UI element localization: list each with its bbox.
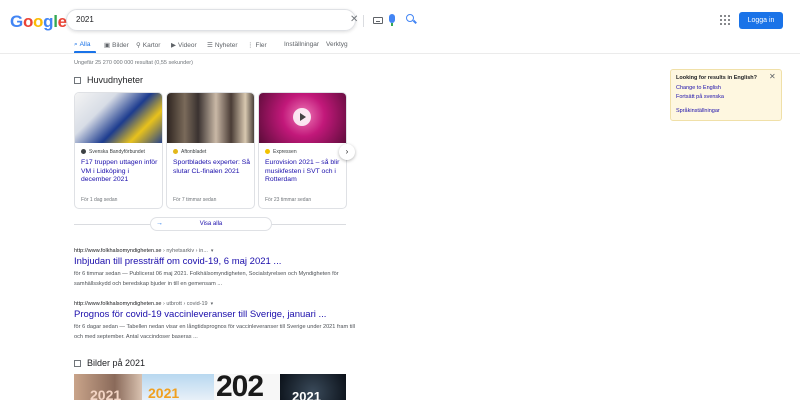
chevron-down-icon[interactable]: ▾ <box>211 301 214 307</box>
search-input[interactable]: 2021 <box>76 15 94 24</box>
tab-images[interactable]: ▣ Bilder <box>104 41 129 49</box>
news-card[interactable]: Expressen Eurovision 2021 – så blir musi… <box>258 92 347 209</box>
image-thumbnail[interactable]: 2021 <box>280 374 346 400</box>
logo-letter: G <box>10 12 23 31</box>
search-result: http://www.folkhalsomyndigheten.se › utb… <box>74 301 374 342</box>
result-url[interactable]: http://www.folkhalsomyndigheten.se › utb… <box>74 301 374 307</box>
close-icon[interactable]: ✕ <box>769 73 776 81</box>
tab-label: Videor <box>178 42 197 49</box>
apps-grid-icon[interactable] <box>720 15 730 25</box>
news-time: För 7 timmar sedan <box>173 197 217 203</box>
news-source-label: Svenska Bandyförbundet <box>89 149 145 155</box>
logo-letter: o <box>33 12 44 31</box>
result-domain: http://www.folkhalsomyndigheten.se <box>74 301 162 307</box>
news-source-label: Expressen <box>273 149 297 155</box>
login-button[interactable]: Logga in <box>739 12 783 29</box>
search-box[interactable]: 2021 ✕ <box>66 9 414 31</box>
image-thumbnail[interactable]: 202 <box>214 374 280 400</box>
view-all-label: Visa alla <box>199 221 223 227</box>
more-icon: ⋮ <box>247 42 254 49</box>
result-title[interactable]: Prognos för covid-19 vaccinleveranser ti… <box>74 309 374 320</box>
play-icon[interactable] <box>293 108 311 126</box>
map-pin-icon: ⚲ <box>136 42 141 49</box>
result-breadcrumb: › utbrott › covid-19 <box>162 301 208 307</box>
image-text: 202 <box>216 374 264 400</box>
chevron-right-icon[interactable]: › <box>339 144 355 160</box>
news-title[interactable]: Sportbladets experter: Så slutar CL-fina… <box>173 159 253 176</box>
tab-all[interactable]: ⌕ Alla <box>74 41 90 49</box>
logo-letter: g <box>43 12 54 31</box>
tab-label: Bilder <box>112 42 129 49</box>
search-icon[interactable] <box>406 14 414 22</box>
arrow-right-icon: → <box>156 220 163 227</box>
source-logo-icon <box>81 149 86 154</box>
images-title: Bilder på 2021 <box>87 358 146 368</box>
result-url[interactable]: http://www.folkhalsomyndigheten.se › nyh… <box>74 248 374 254</box>
active-tab-indicator <box>74 51 96 53</box>
top-news-heading: Huvudnyheter <box>74 75 143 85</box>
result-stats: Ungefär 25 270 000 000 resultat (0,55 se… <box>74 60 193 66</box>
tab-label: Nyheter <box>214 42 238 49</box>
tab-maps[interactable]: ⚲ Kartor <box>136 41 160 49</box>
tab-label: Fler <box>255 42 267 49</box>
language-settings-link[interactable]: Språkinställningar <box>676 108 720 114</box>
view-all-button[interactable]: → Visa alla <box>150 217 272 231</box>
tab-videos[interactable]: ▶ Videor <box>171 41 197 49</box>
news-image <box>75 93 162 143</box>
image-icon: ▣ <box>104 42 111 49</box>
tab-label: Kartor <box>142 42 161 49</box>
tab-settings[interactable]: Inställningar <box>284 41 319 48</box>
news-title[interactable]: F17 truppen uttagen inför VM i Lidköping… <box>81 159 161 185</box>
source-logo-icon <box>265 149 270 154</box>
image-text: 2021 <box>292 389 321 400</box>
search-divider <box>363 15 364 27</box>
news-card[interactable]: Aftonbladet Sportbladets experter: Så sl… <box>166 92 255 209</box>
news-time: För 23 timmar sedan <box>265 197 312 203</box>
news-source: Aftonbladet <box>173 149 206 155</box>
image-icon <box>74 360 81 367</box>
image-text: 2021 <box>148 385 180 400</box>
source-logo-icon <box>173 149 178 154</box>
tab-more[interactable]: ⋮ Fler <box>247 41 267 49</box>
image-text: 2021 <box>90 387 122 400</box>
newspaper-icon: ☰ <box>207 42 213 49</box>
close-icon[interactable]: ✕ <box>350 15 358 25</box>
news-source: Expressen <box>265 149 297 155</box>
result-snippet: för 6 timmar sedan — Publicerat 06 maj 2… <box>74 271 339 287</box>
tab-label: Alla <box>79 41 91 48</box>
keep-swedish-link[interactable]: Fortsätt på svenska <box>676 94 724 100</box>
logo-letter: o <box>22 12 34 31</box>
news-title[interactable]: Eurovision 2021 – så blir musikfesten i … <box>265 159 345 185</box>
image-thumbnail[interactable]: 2021 <box>142 374 214 400</box>
tab-news[interactable]: ☰ Nyheter <box>207 41 238 49</box>
search-result: http://www.folkhalsomyndigheten.se › nyh… <box>74 248 374 289</box>
top-news-title: Huvudnyheter <box>87 75 144 85</box>
chevron-down-icon[interactable]: ▾ <box>211 248 214 254</box>
news-image <box>259 93 346 143</box>
microphone-icon[interactable] <box>389 14 395 26</box>
news-image <box>167 93 254 143</box>
change-to-english-link[interactable]: Change to English <box>676 85 721 91</box>
news-source: Svenska Bandyförbundet <box>81 149 145 155</box>
news-source-label: Aftonbladet <box>181 149 207 155</box>
result-title[interactable]: Inbjudan till pressträff om covid-19, 6 … <box>74 256 374 267</box>
image-thumbnail[interactable]: 2021 <box>74 374 142 400</box>
news-time: För 1 dag sedan <box>81 197 118 203</box>
search-icon: ⌕ <box>74 41 78 48</box>
result-domain: http://www.folkhalsomyndigheten.se <box>74 248 162 254</box>
video-icon: ▶ <box>171 42 176 49</box>
tab-tools[interactable]: Verktyg <box>326 41 348 48</box>
search-tabs: ⌕ Alla ▣ Bilder ⚲ Kartor ▶ Videor ☰ Nyheter ⋮… <box>0 38 800 54</box>
result-breadcrumb: › nyhetsarkiv › in... <box>162 248 208 254</box>
news-card[interactable]: Svenska Bandyförbundet F17 truppen uttag… <box>74 92 163 209</box>
language-panel-title: Looking for results in English? <box>676 75 757 81</box>
google-logo[interactable]: Google <box>10 12 67 32</box>
result-snippet: för 6 dagar sedan — Tabellen nedan visar… <box>74 324 355 340</box>
language-suggestion-panel: Looking for results in English? ✕ Change… <box>670 69 782 121</box>
images-heading: Bilder på 2021 <box>74 358 145 368</box>
newspaper-icon <box>74 77 81 84</box>
keyboard-icon[interactable] <box>373 17 383 24</box>
